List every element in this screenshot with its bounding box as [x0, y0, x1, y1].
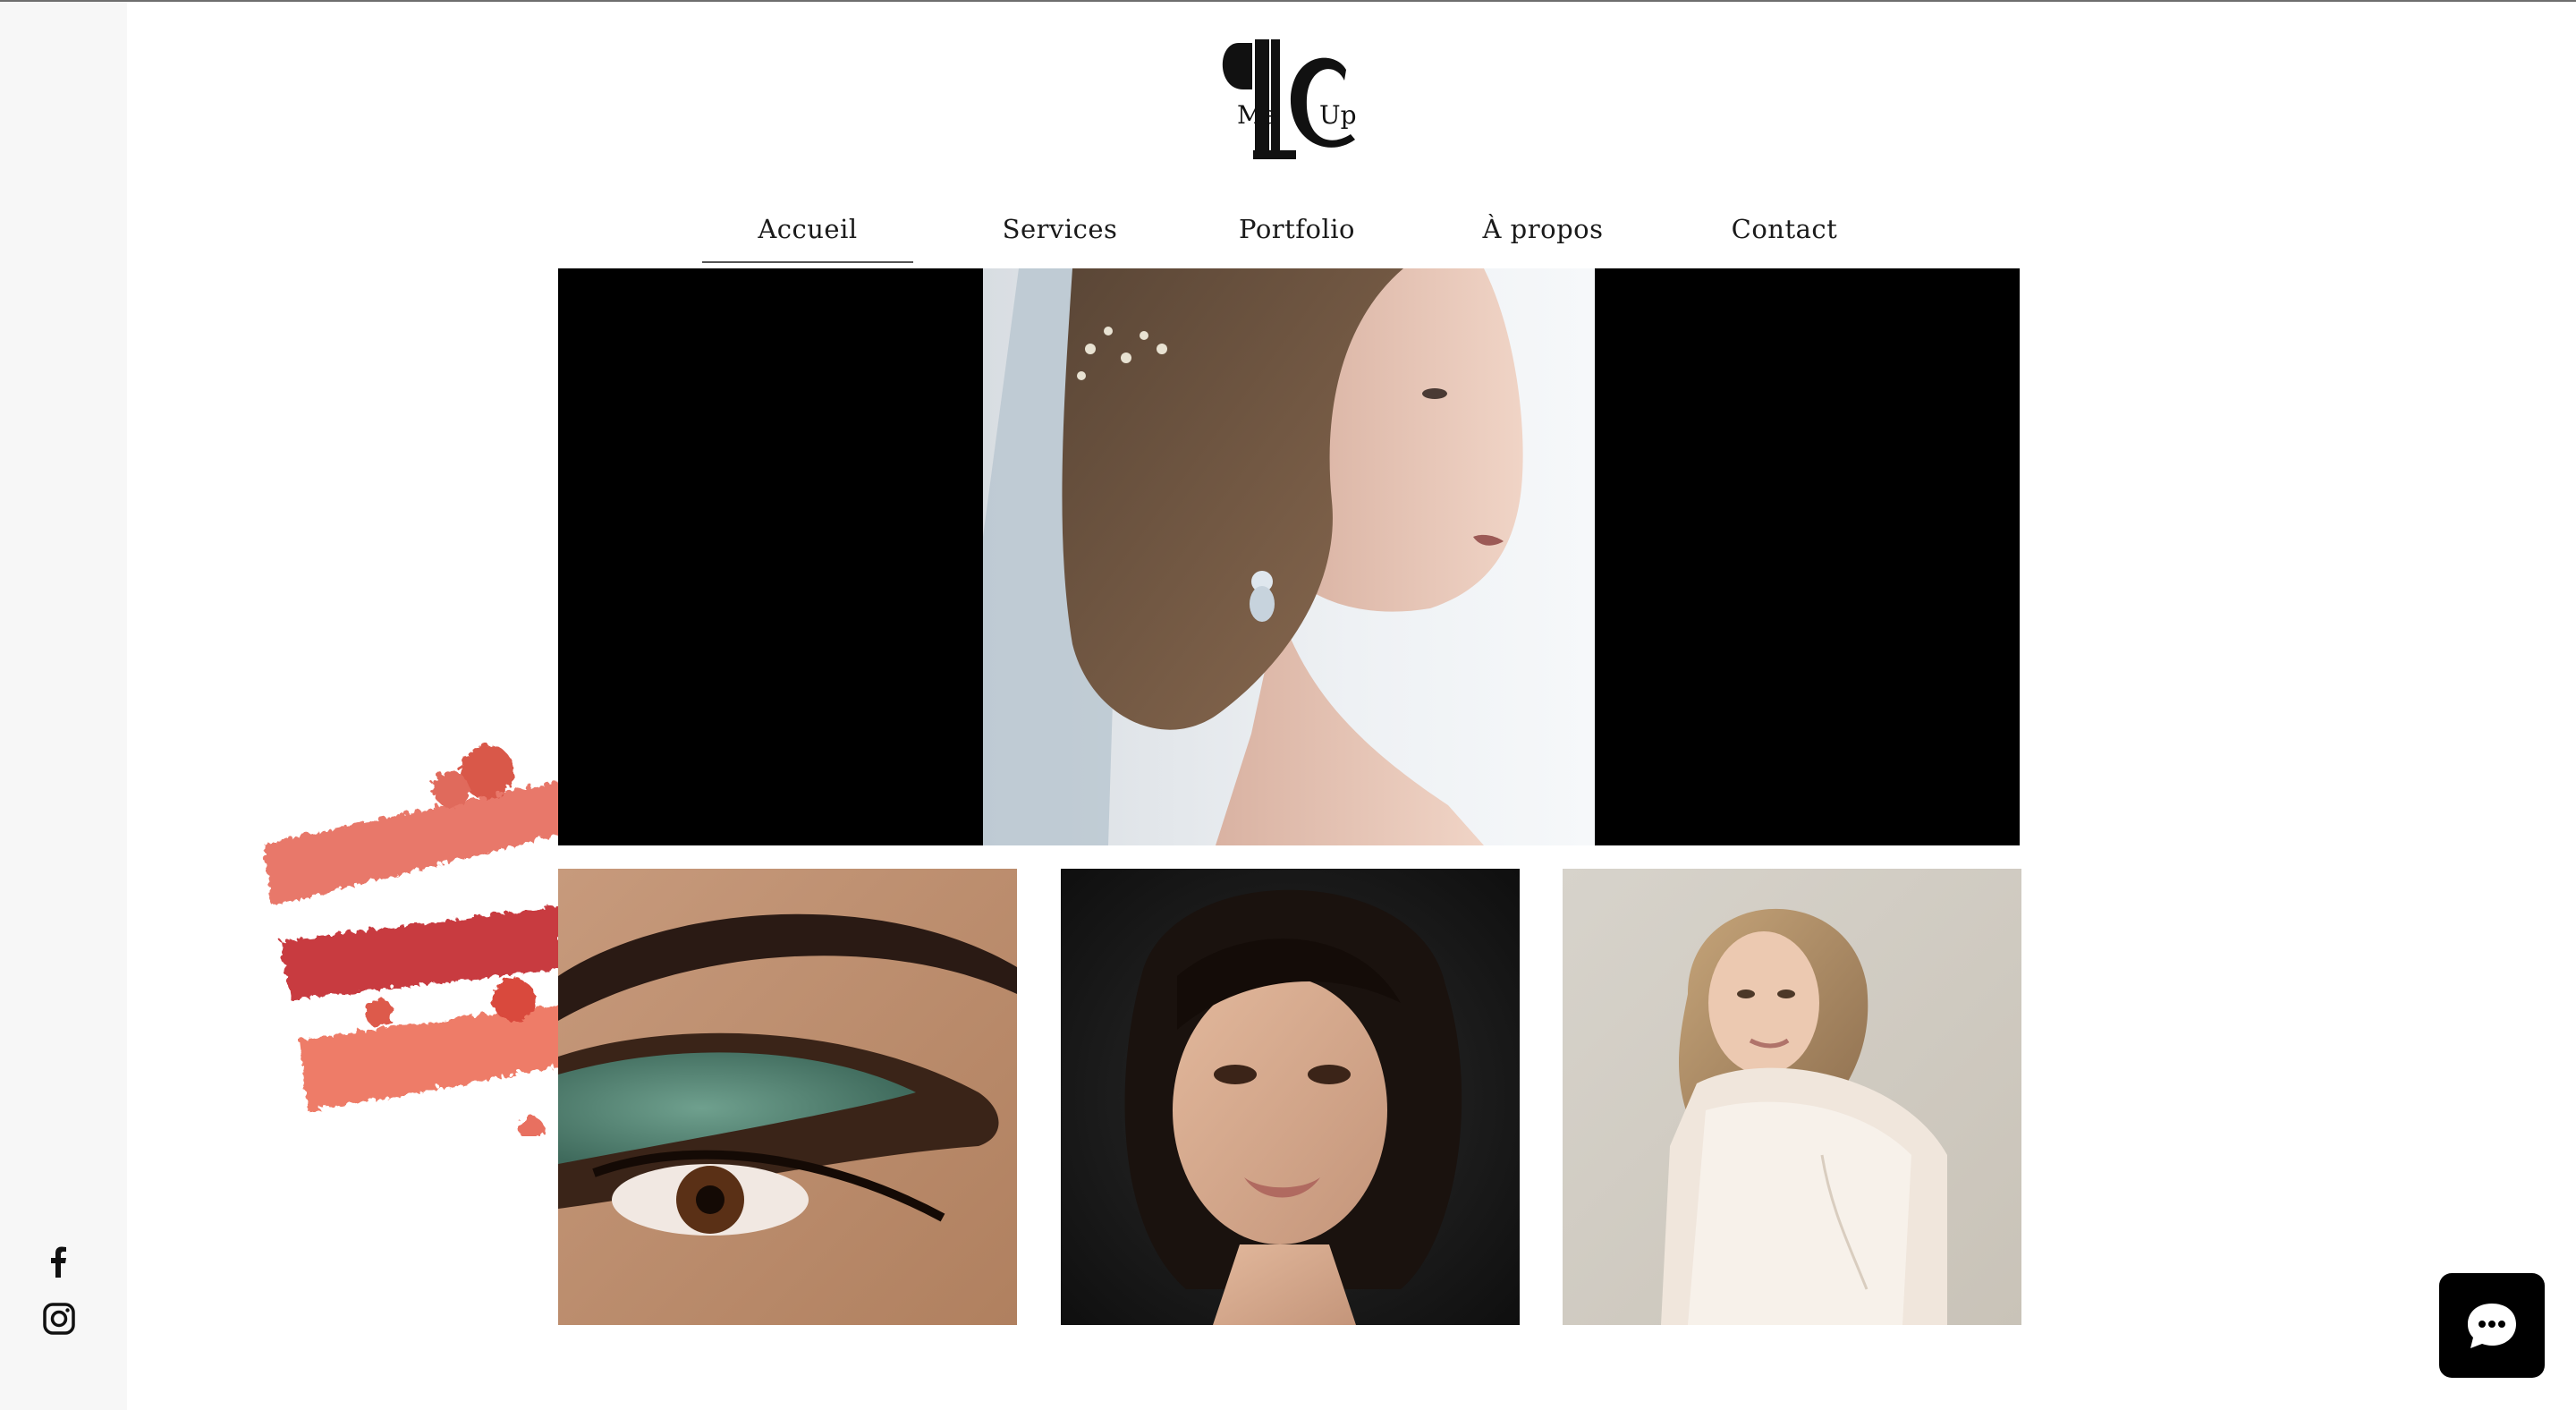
hero-banner [558, 268, 2020, 845]
top-border [0, 0, 2576, 2]
facebook-icon[interactable] [39, 1242, 79, 1281]
nav-portfolio[interactable]: Portfolio [1203, 204, 1391, 263]
nav-contact[interactable]: Contact [1695, 204, 1874, 263]
svg-text:Up: Up [1319, 100, 1357, 130]
left-sidebar [0, 2, 127, 1410]
gallery-image-eyeshadow[interactable] [558, 869, 1017, 1325]
gallery-image-bride[interactable] [1563, 869, 2021, 1325]
main-nav: Accueil Services Portfolio À propos Cont… [702, 204, 1847, 263]
chat-icon [2468, 1304, 2516, 1348]
lipstick-swatch-decoration [243, 743, 565, 1136]
nav-a-propos[interactable]: À propos [1445, 204, 1641, 263]
logo-mark: Ma Up [1222, 39, 1357, 159]
instagram-icon[interactable] [39, 1299, 79, 1338]
logo-text: Ma [1237, 100, 1277, 130]
chat-button[interactable] [2439, 1273, 2545, 1378]
hero-photo [983, 268, 1595, 845]
site-logo[interactable]: Ma Up [1212, 34, 1382, 168]
nav-services[interactable]: Services [970, 204, 1149, 263]
nav-accueil[interactable]: Accueil [702, 204, 913, 263]
gallery-image-portrait[interactable] [1061, 869, 1520, 1325]
